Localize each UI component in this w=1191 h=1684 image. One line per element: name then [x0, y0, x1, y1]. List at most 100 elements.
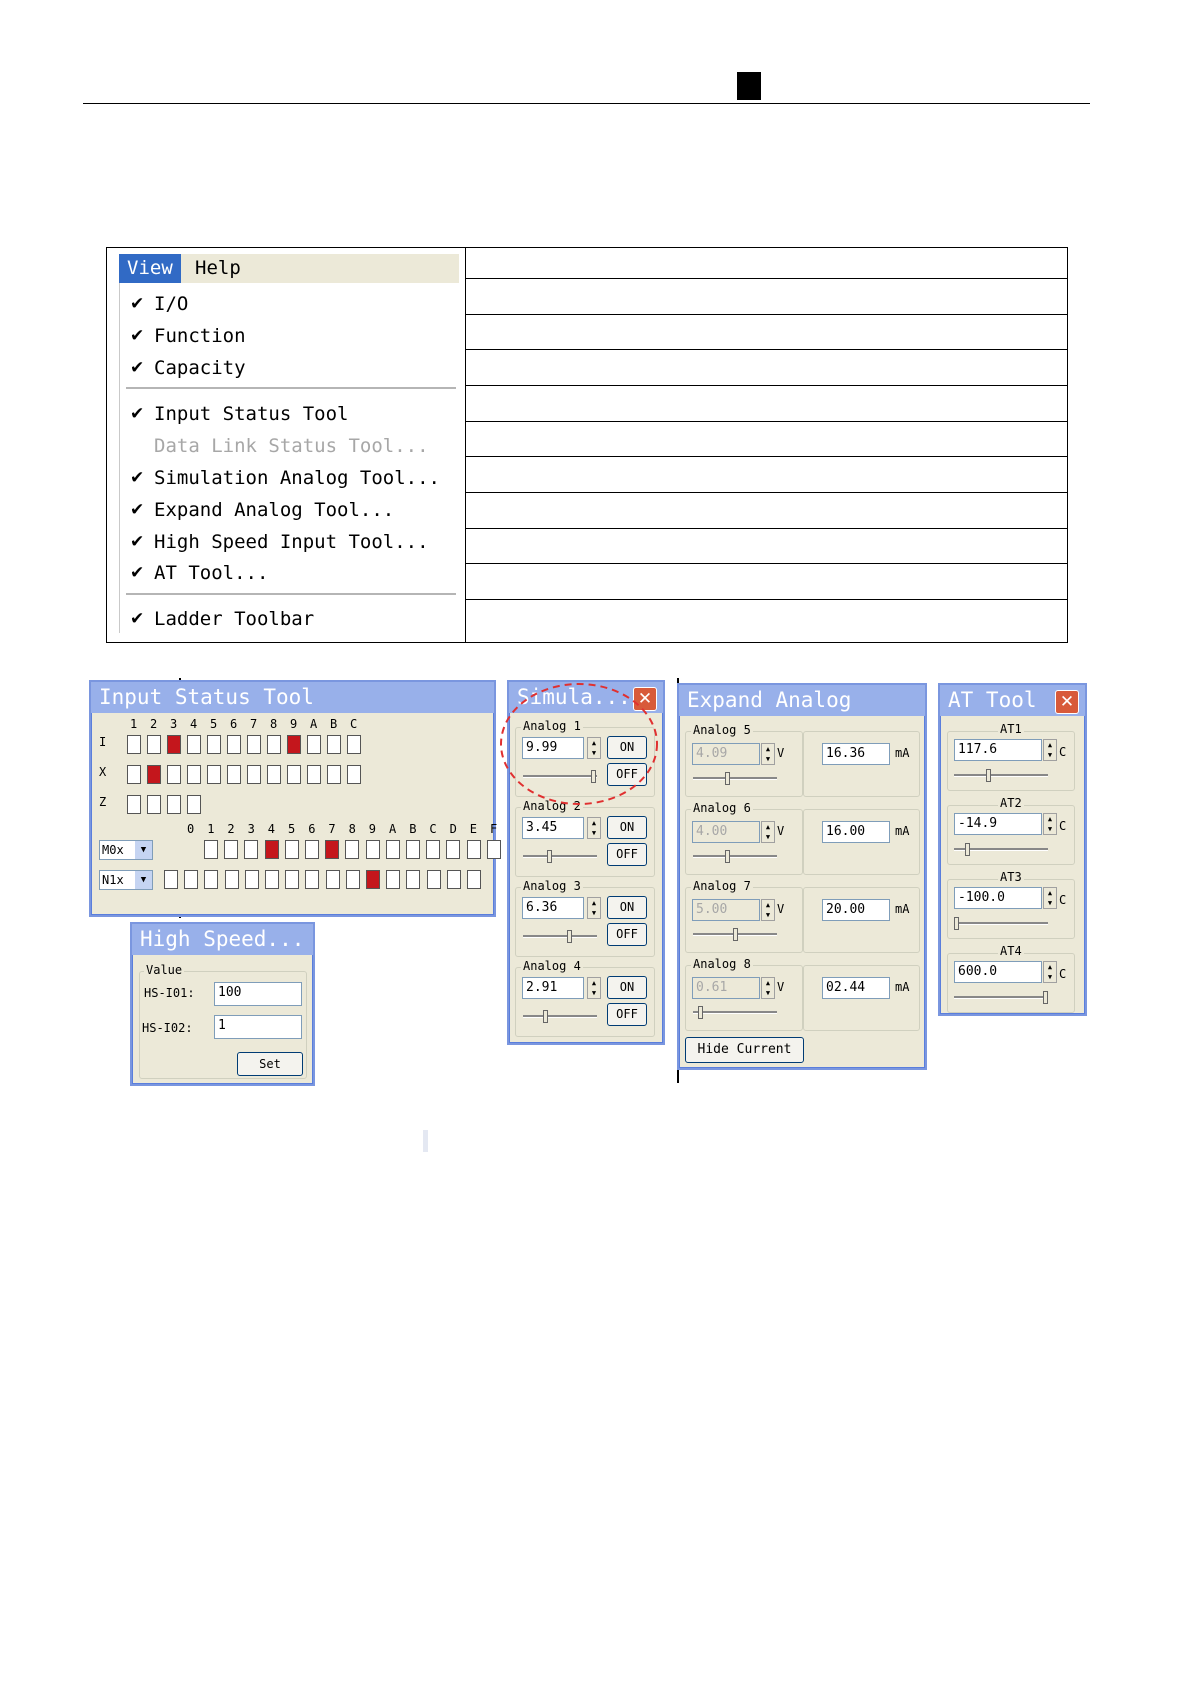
at-slider-thumb[interactable] [1043, 991, 1048, 1004]
input-n-cell[interactable] [426, 870, 441, 889]
expand-current-input[interactable]: 16.36 [822, 743, 890, 765]
spin-buttons[interactable]: ▲ ▼ [761, 821, 775, 843]
analog-on-button[interactable]: ON [607, 816, 647, 839]
spin-buttons[interactable]: ▲ ▼ [587, 977, 601, 999]
input-status-titlebar[interactable]: Input Status Tool [91, 682, 494, 713]
input-m-cell[interactable] [446, 840, 461, 859]
input-i-cell[interactable] [167, 735, 181, 754]
at-value-input[interactable]: 600.0 [954, 961, 1042, 983]
input-n-cell[interactable] [244, 870, 259, 889]
hide-current-button[interactable]: Hide Current [685, 1037, 804, 1063]
input-i-cell[interactable] [247, 735, 261, 754]
input-m-cell[interactable] [325, 840, 340, 859]
input-x-cell[interactable] [307, 765, 321, 784]
input-i-cell[interactable] [327, 735, 341, 754]
at-value-input[interactable]: 117.6 [954, 739, 1042, 761]
expand-slider-thumb[interactable] [733, 928, 738, 941]
spin-buttons[interactable]: ▲ ▼ [1043, 961, 1057, 983]
menu-item-8[interactable]: ✔ AT Tool... [120, 559, 462, 587]
input-m-cell[interactable] [385, 840, 400, 859]
expand-analog-titlebar[interactable]: Expand Analog [679, 685, 925, 716]
at-slider-thumb[interactable] [965, 843, 970, 856]
input-i-cell[interactable] [187, 735, 201, 754]
input-n-cell[interactable] [406, 870, 421, 889]
input-i-cell[interactable] [127, 735, 141, 754]
expand-current-input[interactable]: 20.00 [822, 899, 890, 921]
register-dropdown[interactable]: N1x ▼ [99, 870, 153, 890]
input-x-cell[interactable] [267, 765, 281, 784]
input-n-cell[interactable] [325, 870, 340, 889]
spin-buttons[interactable]: ▲ ▼ [761, 899, 775, 921]
menu-item-5[interactable]: ✔ Simulation Analog Tool... [120, 464, 462, 492]
analog-on-button[interactable]: ON [607, 896, 647, 919]
at-value-input[interactable]: -100.0 [954, 887, 1042, 909]
input-i-cell[interactable] [347, 735, 361, 754]
input-x-cell[interactable] [227, 765, 241, 784]
menu-tab-view[interactable]: View [119, 254, 181, 283]
input-x-cell[interactable] [247, 765, 261, 784]
input-n-cell[interactable] [386, 870, 401, 889]
menu-item-3[interactable]: ✔ Input Status Tool [120, 400, 462, 428]
input-i-cell[interactable] [207, 735, 221, 754]
input-n-cell[interactable] [345, 870, 360, 889]
menu-item-2[interactable]: ✔ Capacity [120, 354, 462, 382]
analog-value-input[interactable]: 6.36 [522, 897, 584, 919]
input-m-cell[interactable] [284, 840, 299, 859]
expand-slider-thumb[interactable] [725, 772, 730, 785]
at-tool-close-icon[interactable]: ✕ [1055, 690, 1079, 714]
input-n-cell[interactable] [467, 870, 481, 889]
at-slider-thumb[interactable] [986, 769, 991, 782]
set-button[interactable]: Set [237, 1052, 303, 1076]
input-z-cell[interactable] [167, 795, 181, 814]
at-slider-thumb[interactable] [954, 917, 959, 930]
input-m-cell[interactable] [426, 840, 441, 859]
input-n-cell[interactable] [366, 870, 380, 889]
input-m-cell[interactable] [264, 840, 279, 859]
input-m-cell[interactable] [204, 840, 218, 859]
input-m-cell[interactable] [406, 840, 420, 859]
spin-buttons[interactable]: ▲ ▼ [587, 817, 601, 839]
input-x-cell[interactable] [207, 765, 221, 784]
hs-i02-input[interactable]: 1 [214, 1015, 302, 1039]
input-x-cell[interactable] [347, 765, 361, 784]
input-n-cell[interactable] [446, 870, 461, 889]
register-dropdown[interactable]: M0x ▼ [99, 840, 153, 860]
input-x-cell[interactable] [147, 765, 161, 784]
input-z-cell[interactable] [127, 795, 141, 814]
spin-buttons[interactable]: ▲ ▼ [761, 977, 775, 999]
input-m-cell[interactable] [224, 840, 239, 859]
input-m-cell[interactable] [365, 840, 380, 859]
menu-item-0[interactable]: ✔ I/O [120, 290, 462, 318]
analog-value-input[interactable]: 3.45 [522, 817, 584, 839]
input-z-cell[interactable] [187, 795, 201, 814]
input-i-cell[interactable] [147, 735, 161, 754]
menu-tab-help[interactable]: Help [187, 254, 249, 283]
analog-slider-thumb[interactable] [547, 850, 552, 863]
input-n-cell[interactable] [204, 870, 219, 889]
input-n-cell[interactable] [285, 870, 300, 889]
analog-slider-thumb[interactable] [567, 930, 572, 943]
expand-slider-thumb[interactable] [725, 850, 730, 863]
input-n-cell[interactable] [184, 870, 199, 889]
menu-item-9[interactable]: ✔ Ladder Toolbar [120, 605, 462, 633]
menu-item-6[interactable]: ✔ Expand Analog Tool... [120, 496, 462, 524]
expand-slider-thumb[interactable] [698, 1006, 703, 1019]
input-n-cell[interactable] [265, 870, 279, 889]
input-x-cell[interactable] [127, 765, 141, 784]
input-m-cell[interactable] [305, 840, 319, 859]
input-x-cell[interactable] [327, 765, 341, 784]
menu-item-1[interactable]: ✔ Function [120, 322, 462, 350]
expand-current-input[interactable]: 02.44 [822, 977, 890, 999]
input-x-cell[interactable] [287, 765, 301, 784]
input-n-cell[interactable] [224, 870, 239, 889]
spin-buttons[interactable]: ▲ ▼ [1043, 813, 1057, 835]
input-m-cell[interactable] [244, 840, 259, 859]
analog-on-button[interactable]: ON [607, 976, 647, 999]
spin-buttons[interactable]: ▲ ▼ [1043, 887, 1057, 909]
input-x-cell[interactable] [167, 765, 181, 784]
analog-off-button[interactable]: OFF [607, 923, 647, 946]
hs-i01-input[interactable]: 100 [214, 982, 302, 1006]
at-value-input[interactable]: -14.9 [954, 813, 1042, 835]
input-m-cell[interactable] [466, 840, 481, 859]
input-x-cell[interactable] [187, 765, 201, 784]
